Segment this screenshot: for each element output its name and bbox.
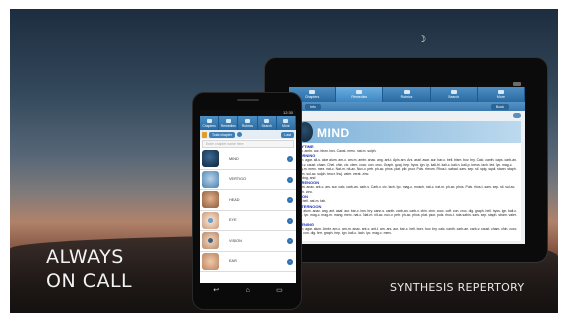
recents-icon[interactable]: ▭ <box>276 287 283 295</box>
remedies-icon <box>356 90 363 94</box>
chevron-right-icon[interactable]: › <box>287 258 293 265</box>
vertigo-icon <box>202 170 219 188</box>
chapter-row[interactable]: VERTIGO › <box>200 170 296 190</box>
chapter-row[interactable]: VISION › <box>200 231 296 252</box>
chevron-right-icon[interactable]: › <box>287 156 293 162</box>
rubrics-icon <box>403 90 410 94</box>
head-icon <box>202 191 219 209</box>
tab-more[interactable]: More <box>478 87 525 102</box>
chapter-title: MIND <box>317 126 350 140</box>
tablet-sub-bar: Info Book <box>289 102 525 111</box>
chevron-right-icon[interactable]: › <box>287 238 293 244</box>
tablet-pager <box>289 111 525 119</box>
phone-speaker <box>237 99 259 101</box>
remedies-icon <box>225 118 231 123</box>
promo-banner: ☽ Chapters Remedies Rubrics Search More … <box>10 9 558 313</box>
phone-tab-rubrics[interactable]: Rubrics <box>238 116 258 130</box>
search-icon <box>450 90 457 94</box>
tab-rubrics[interactable]: Rubrics <box>383 87 431 102</box>
chapter-search-input[interactable]: Enter chapter name here <box>202 140 294 148</box>
android-softkeys: ↩ ⌂ ▭ <box>200 284 296 298</box>
phone-tab-search[interactable]: Search <box>258 116 277 130</box>
battery-icon <box>513 82 521 86</box>
more-icon <box>497 90 504 94</box>
phone-tab-remedies[interactable]: Remedies <box>219 116 239 130</box>
rubric-remedies: acon. agar. all-s. aloe alum. am-c. am-m… <box>296 158 517 176</box>
rubric-remedies: aloe alum. anac. ang. ant. asaf. aur. ba… <box>296 208 517 222</box>
more-icon <box>283 118 289 123</box>
brand-name: SYNTHESIS REPERTORY <box>390 281 525 294</box>
back-icon[interactable]: ↩ <box>213 287 219 295</box>
tablet-screen: Chapters Remedies Rubrics Search More In… <box>289 82 525 244</box>
tablet-status-bar <box>289 82 525 87</box>
chevron-right-icon[interactable]: › <box>287 197 293 203</box>
chapter-name: EYE <box>229 218 237 223</box>
next-icon[interactable] <box>237 132 243 137</box>
next-chapter-button[interactable] <box>513 112 521 118</box>
book-icon[interactable] <box>202 131 207 138</box>
phone-device: 12:30 Chapters Remedies Rubrics Search M… <box>192 92 302 310</box>
tab-label: Rubrics <box>241 123 254 128</box>
chevron-right-icon[interactable]: › <box>287 176 293 183</box>
tab-label: Chapters <box>305 95 320 99</box>
eye-icon <box>202 211 219 229</box>
chapter-name: HEAD <box>229 197 240 202</box>
rubric-list: DAYTIME aeth. ambr. aur. bism. bov. Caus… <box>293 143 521 241</box>
tab-label: Chapters <box>202 123 216 128</box>
tablet-nav-bar: Chapters Remedies Rubrics Search More <box>289 87 525 102</box>
tab-label: Remedies <box>351 95 368 99</box>
vision-icon <box>202 232 219 250</box>
chapter-row[interactable]: HEAD › <box>200 190 296 211</box>
info-button[interactable]: Info <box>305 103 321 110</box>
chapter-button[interactable]: Total chapter <box>209 131 236 138</box>
chapters-icon <box>206 118 212 123</box>
tab-label: More <box>496 95 505 99</box>
tagline-line: ALWAYS <box>46 246 124 268</box>
phone-nav-bar: Chapters Remedies Rubrics Search More <box>200 116 296 130</box>
last-button[interactable]: Last <box>281 131 294 138</box>
chevron-right-icon[interactable]: › <box>287 217 293 224</box>
rubric-remedies: am-m. anac. ant-c. ars. aur. calc. carb-… <box>296 185 516 194</box>
rubrics-icon <box>245 118 250 123</box>
tagline-line: ON CALL <box>46 270 133 292</box>
rubric-remedies: acon. agar. alum. Ambr. am-c. am-m. anac… <box>296 226 518 236</box>
home-icon[interactable]: ⌂ <box>246 287 250 295</box>
chapter-name: EAR <box>229 259 237 264</box>
ear-icon <box>202 252 219 270</box>
phone-toolbar: Total chapter Last <box>200 130 296 139</box>
book-button[interactable]: Book <box>491 103 509 110</box>
phone-tab-more[interactable]: More <box>277 116 296 130</box>
head-silhouette-icon <box>202 150 219 168</box>
tab-label: Remedies <box>220 123 236 128</box>
tab-label: Rubrics <box>400 95 413 99</box>
chapter-name: MIND <box>229 156 239 161</box>
promo-tagline: ALWAYS ON CALL <box>46 245 132 293</box>
moon-icon: ☽ <box>418 34 427 44</box>
tab-search[interactable]: Search <box>431 87 478 102</box>
phone-screen: 12:30 Chapters Remedies Rubrics Search M… <box>200 110 296 283</box>
tab-label: More <box>282 123 290 128</box>
chapter-header: MIND <box>293 121 521 143</box>
chapter-row[interactable]: EAR › <box>200 252 296 272</box>
chapters-icon <box>309 90 316 94</box>
tab-label: Search <box>448 95 460 99</box>
tablet-device: Chapters Remedies Rubrics Search More In… <box>264 57 548 263</box>
chapter-row[interactable]: EYE › <box>200 211 296 231</box>
tab-label: Search <box>261 123 272 128</box>
search-icon <box>264 118 270 123</box>
tab-remedies[interactable]: Remedies <box>336 87 384 102</box>
chapter-name: VERTIGO <box>229 177 247 182</box>
chapter-row[interactable]: MIND › <box>200 149 296 170</box>
chapter-name: VISION <box>229 238 242 243</box>
phone-tab-chapters[interactable]: Chapters <box>200 116 220 130</box>
